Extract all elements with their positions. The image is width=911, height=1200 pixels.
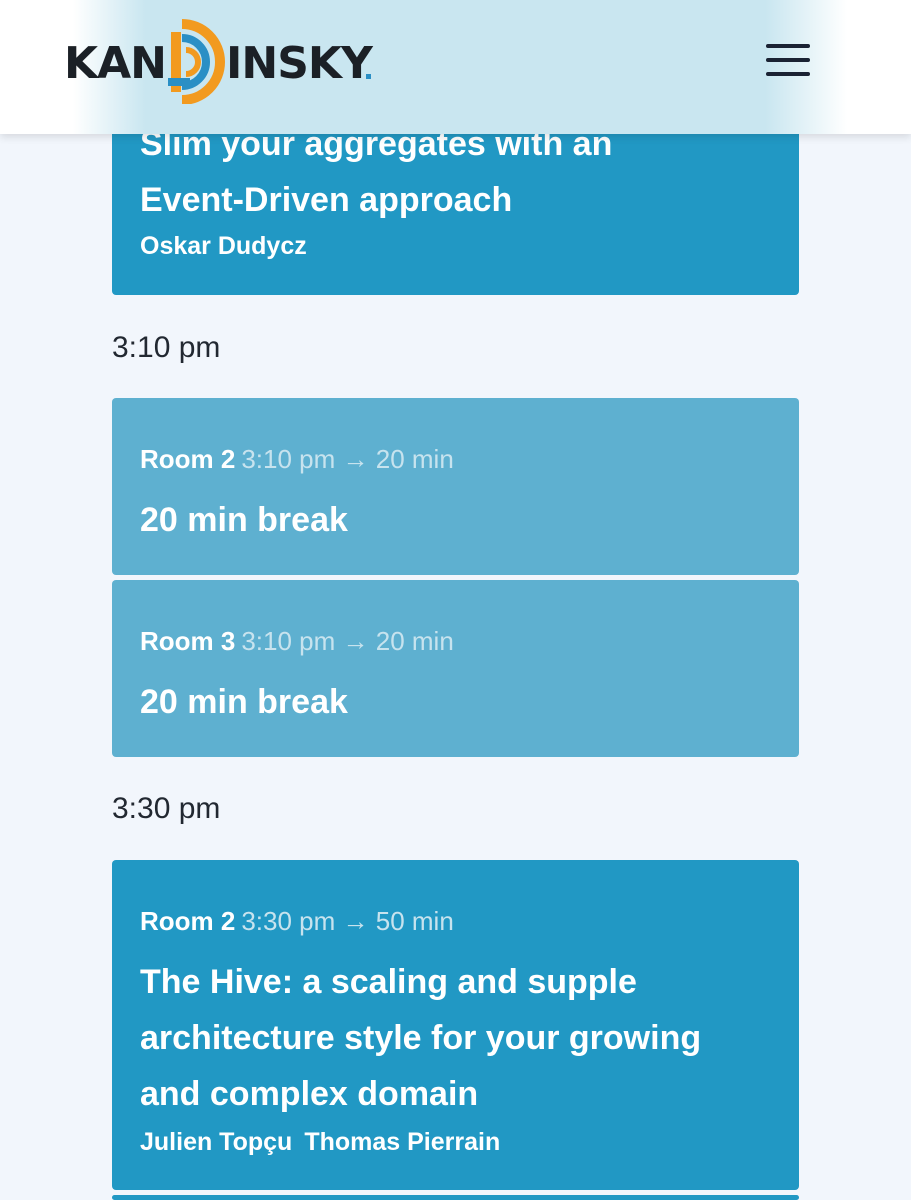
session-title-line: and complex domain: [140, 1075, 479, 1113]
session-time: 3:10 pm → 20 min: [241, 626, 454, 656]
logo-d-mark-icon: [168, 19, 225, 104]
session-title-line: Event-Driven approach: [140, 181, 513, 219]
session-title-line: architecture style for your growing: [140, 1019, 702, 1057]
hamburger-menu-icon[interactable]: [766, 42, 812, 78]
room-label: Room 3: [140, 626, 236, 656]
session-title: 20 min break: [140, 501, 348, 539]
kandinsky-logo[interactable]: KAN INSKY: [64, 18, 384, 104]
site-header: KAN INSKY: [0, 0, 911, 134]
session-title: The Hive: a scaling and supple architect…: [140, 954, 701, 1122]
time-slot-label: 3:10 pm: [112, 331, 221, 364]
logo-text-right: INSKY: [226, 38, 374, 89]
session-meta: Room 2 3:10 pm → 20 min: [140, 444, 454, 475]
session-meta: Room 2 3:30 pm → 50 min: [140, 906, 454, 937]
session-meta: Room 3 3:10 pm → 20 min: [140, 626, 454, 657]
speaker-name[interactable]: Julien Topçu: [140, 1128, 292, 1156]
speaker-name[interactable]: Oskar Dudycz: [140, 232, 307, 260]
break-card[interactable]: Room 3 3:10 pm → 20 min 20 min break: [112, 580, 799, 757]
room-label: Room 2: [140, 444, 236, 474]
break-card[interactable]: Room 2 3:10 pm → 20 min 20 min break: [112, 398, 799, 575]
speaker-name[interactable]: Thomas Pierrain: [304, 1128, 500, 1156]
room-label: Room 2: [140, 906, 236, 936]
session-time: 3:30 pm → 50 min: [241, 906, 454, 936]
session-title-line: The Hive: a scaling and supple: [140, 963, 637, 1001]
session-time: 3:10 pm → 20 min: [241, 444, 454, 474]
session-card[interactable]: Room 2 3:30 pm → 50 min The Hive: a scali…: [112, 860, 799, 1190]
time-slot-label: 3:30 pm: [112, 792, 221, 825]
logo-dot: [366, 74, 371, 79]
session-speakers: Oskar Dudycz: [140, 232, 307, 261]
session-card[interactable]: [112, 1195, 799, 1200]
schedule: Slim your aggregates with an Event-Drive…: [0, 0, 911, 1200]
session-title: 20 min break: [140, 683, 348, 721]
session-speakers: Julien Topçu Thomas Pierrain: [140, 1128, 500, 1157]
logo-text-left: KAN: [64, 38, 166, 89]
